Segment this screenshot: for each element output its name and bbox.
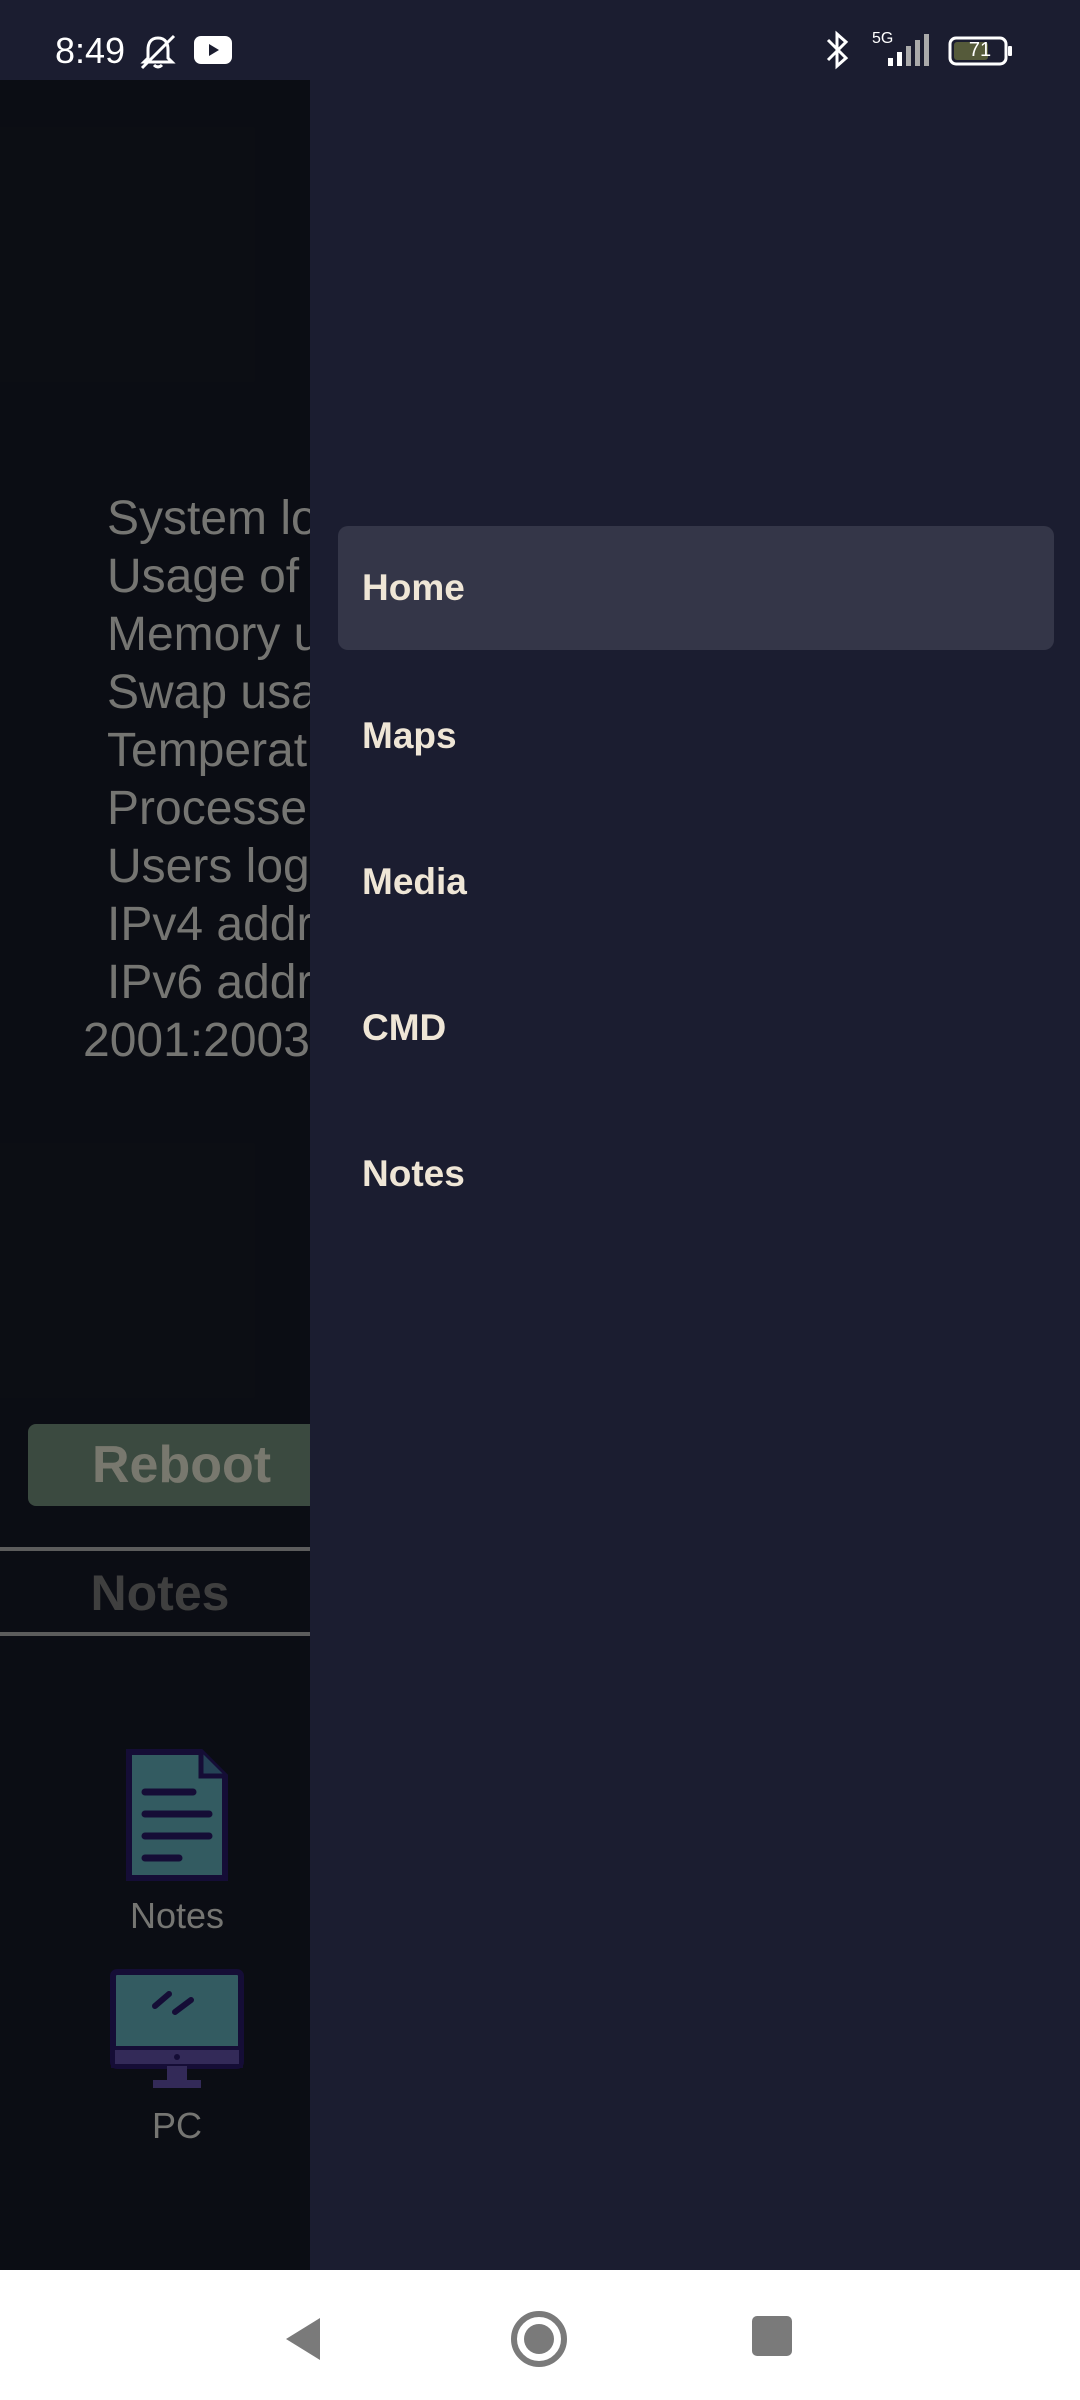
drawer-item-home[interactable]: Home: [338, 526, 1054, 650]
drawer-item-media[interactable]: Media: [338, 820, 1054, 944]
drawer-item-maps[interactable]: Maps: [338, 674, 1054, 798]
status-time: 8:49: [55, 30, 126, 71]
battery-level: 71: [968, 39, 992, 61]
status-bar: 8:49 5G 71: [0, 0, 1080, 80]
drawer-item-notes[interactable]: Notes: [338, 1112, 1054, 1236]
navigation-drawer: Home Maps Media CMD Notes: [310, 80, 1080, 2270]
bluetooth-icon: [826, 30, 849, 70]
drawer-item-cmd[interactable]: CMD: [338, 966, 1054, 1090]
mute-icon: [140, 34, 176, 70]
home-icon[interactable]: [510, 2310, 568, 2368]
system-nav-bar: [0, 2270, 1080, 2400]
recents-icon[interactable]: [752, 2316, 792, 2356]
back-icon[interactable]: [282, 2314, 324, 2364]
youtube-icon: [194, 36, 232, 64]
signal-icon: [888, 34, 929, 66]
drawer-scrim[interactable]: [0, 80, 310, 2270]
